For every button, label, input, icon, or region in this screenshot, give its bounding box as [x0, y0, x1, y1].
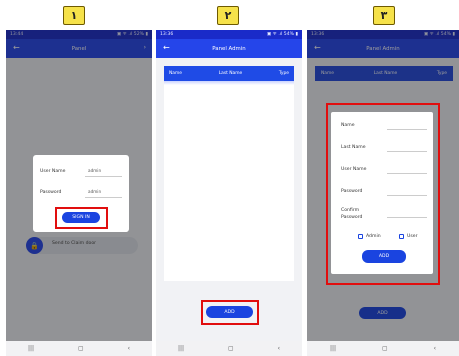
step-badge-2: ٢ [217, 6, 239, 25]
step-badge-3: ٣ [373, 6, 395, 25]
highlight-box [55, 207, 108, 229]
home-icon[interactable]: ▢ [382, 345, 388, 352]
nav-back-icon[interactable]: ‹ [434, 345, 436, 352]
recents-icon[interactable]: ||| [28, 345, 34, 352]
phone-add-user-screen: 13:36 ▣ ᯤ .ıl 54% ▮ ← Panel Admin Name L… [307, 30, 459, 356]
arrow-left-icon[interactable]: ← [163, 43, 170, 53]
header-shadow [164, 81, 294, 85]
column-name: Name [169, 71, 182, 76]
tutorial-screenshot: ١ ٢ ٣ 13:44 ▣ ᯤ .ıl 52% ▮ ← Panel › 🔒 Se… [0, 0, 459, 356]
home-icon[interactable]: ▢ [228, 345, 234, 352]
users-table: Name Last Name Type [164, 66, 294, 281]
app-bar-title: Panel Admin [212, 45, 246, 52]
system-nav-bar: ||| ▢ ‹ [6, 341, 152, 356]
nav-back-icon[interactable]: ‹ [128, 345, 130, 352]
home-icon[interactable]: ▢ [78, 345, 84, 352]
password-input[interactable]: admin [85, 186, 122, 198]
system-nav-bar: ||| ▢ ‹ [307, 341, 459, 356]
status-bar: 13:36 ▣ ᯤ .ıl 54% ▮ [156, 30, 302, 39]
password-label: Password [40, 190, 62, 195]
table-header: Name Last Name Type [164, 66, 294, 81]
column-type: Type [278, 71, 289, 76]
recents-icon[interactable]: ||| [178, 345, 184, 352]
phone-login-screen: 13:44 ▣ ᯤ .ıl 52% ▮ ← Panel › 🔒 Send to … [6, 30, 152, 356]
app-bar: ← Panel Admin [156, 39, 302, 58]
highlight-box [201, 300, 259, 325]
status-icons: ▣ ᯤ .ıl 54% ▮ [266, 32, 298, 37]
step-badge-1: ١ [63, 6, 85, 25]
phone-admin-list-screen: 13:36 ▣ ᯤ .ıl 54% ▮ ← Panel Admin Name L… [156, 30, 302, 356]
system-nav-bar: ||| ▢ ‹ [156, 341, 302, 356]
column-last-name: Last Name [218, 71, 243, 76]
username-label: User Name [40, 169, 66, 174]
recents-icon[interactable]: ||| [330, 345, 336, 352]
highlight-box [326, 103, 440, 285]
login-dialog: User Name admin Password admin SIGN IN [33, 155, 129, 232]
nav-back-icon[interactable]: ‹ [278, 345, 280, 352]
status-time: 13:36 [160, 32, 174, 37]
username-input[interactable]: admin [85, 165, 122, 177]
